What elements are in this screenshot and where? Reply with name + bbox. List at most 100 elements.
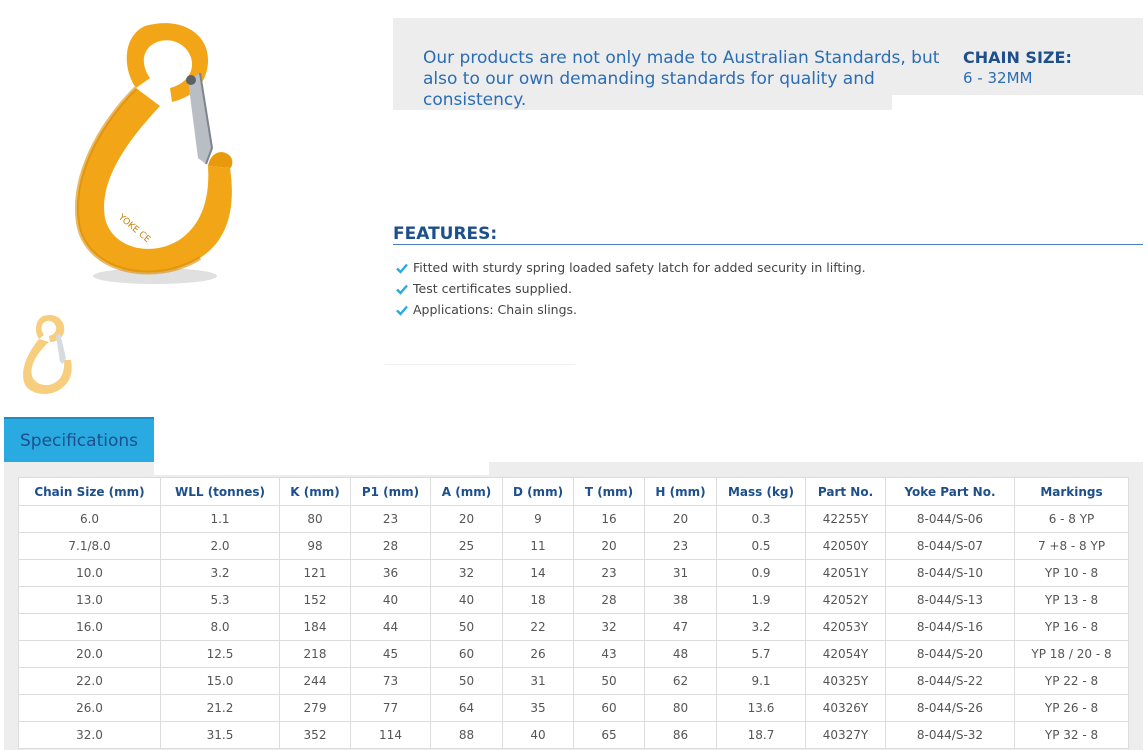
header-t: T (mm) (573, 477, 645, 506)
cell-d: 18 (502, 586, 574, 614)
cell-mass: 0.5 (716, 532, 806, 560)
table-body: 6.0 1.1 80 23 20 9 16 20 0.3 42255Y 8-044/S-06 6 - … (18, 505, 1129, 749)
chain-size-label: CHAIN SIZE: (963, 48, 1072, 67)
cell-h: 47 (644, 613, 717, 641)
table-row: 16.0 8.0 184 44 50 22 32 47 3.2 42053Y 8-044/S-16 Y… (18, 613, 1129, 641)
cell-part-no: 42054Y (805, 640, 886, 668)
header-chain-size: Chain Size (mm) (18, 477, 161, 506)
cell-k: 121 (279, 559, 351, 587)
cell-a: 88 (430, 721, 503, 749)
header-yoke-part-no: Yoke Part No. (885, 477, 1015, 506)
table-row: 13.0 5.3 152 40 40 18 28 38 1.9 42052Y 8-044/S-13 Y… (18, 586, 1129, 614)
cell-mass: 0.3 (716, 505, 806, 533)
cell-markings: 6 - 8 YP (1014, 505, 1129, 533)
cell-yoke-part-no: 8-044/S-06 (885, 505, 1015, 533)
cell-mass: 13.6 (716, 694, 806, 722)
cell-wll: 5.3 (160, 586, 280, 614)
cell-a: 20 (430, 505, 503, 533)
cell-p1: 28 (350, 532, 431, 560)
cell-markings: YP 16 - 8 (1014, 613, 1129, 641)
cell-chain-size: 13.0 (18, 586, 161, 614)
check-icon (396, 284, 408, 295)
header-h: H (mm) (644, 477, 717, 506)
chain-size-value: 6 - 32MM (963, 69, 1033, 87)
cell-d: 14 (502, 559, 574, 587)
cell-p1: 45 (350, 640, 431, 668)
cell-k: 218 (279, 640, 351, 668)
tab-specifications[interactable]: Specifications (4, 417, 154, 462)
cell-part-no: 42053Y (805, 613, 886, 641)
header-mass: Mass (kg) (716, 477, 806, 506)
table-row: 6.0 1.1 80 23 20 9 16 20 0.3 42255Y 8-044/S-06 6 - … (18, 505, 1129, 533)
header-k: K (mm) (279, 477, 351, 506)
cell-d: 40 (502, 721, 574, 749)
cell-t: 16 (573, 505, 645, 533)
feature-text: Applications: Chain slings. (413, 302, 578, 317)
cell-t: 20 (573, 532, 645, 560)
cell-k: 152 (279, 586, 351, 614)
cell-wll: 1.1 (160, 505, 280, 533)
cell-p1: 73 (350, 667, 431, 695)
header-wll: WLL (tonnes) (160, 477, 280, 506)
cell-mass: 5.7 (716, 640, 806, 668)
intro-text: Our products are not only made to Austra… (423, 48, 940, 110)
cell-part-no: 42051Y (805, 559, 886, 587)
cell-mass: 9.1 (716, 667, 806, 695)
cell-a: 64 (430, 694, 503, 722)
table-row: 32.0 31.5 352 114 88 40 65 86 18.7 40327Y 8-044/S-… (18, 721, 1129, 749)
table-row: 26.0 21.2 279 77 64 35 60 80 13.6 40326Y 8-044/S-2… (18, 694, 1129, 722)
cell-wll: 15.0 (160, 667, 280, 695)
cell-p1: 40 (350, 586, 431, 614)
header-a: A (mm) (430, 477, 503, 506)
cell-a: 32 (430, 559, 503, 587)
cell-markings: YP 13 - 8 (1014, 586, 1129, 614)
cell-h: 80 (644, 694, 717, 722)
cell-t: 60 (573, 694, 645, 722)
cell-yoke-part-no: 8-044/S-10 (885, 559, 1015, 587)
feature-item: Test certificates supplied. (396, 278, 866, 299)
cell-h: 23 (644, 532, 717, 560)
cell-chain-size: 26.0 (18, 694, 161, 722)
table-row: 22.0 15.0 244 73 50 31 50 62 9.1 40325Y 8-044/S-22… (18, 667, 1129, 695)
cell-t: 23 (573, 559, 645, 587)
features-heading: FEATURES: (393, 224, 498, 244)
header-markings: Markings (1014, 477, 1129, 506)
cell-chain-size: 6.0 (18, 505, 161, 533)
specifications-table: Chain Size (mm) WLL (tonnes) K (mm) P1 (… (18, 477, 1129, 749)
cell-t: 28 (573, 586, 645, 614)
cell-h: 31 (644, 559, 717, 587)
cell-d: 35 (502, 694, 574, 722)
hook-marking-text: YOKE CE (115, 212, 152, 245)
product-thumbnail[interactable] (18, 312, 78, 396)
cell-markings: YP 10 - 8 (1014, 559, 1129, 587)
feature-item: Applications: Chain slings. (396, 299, 866, 320)
cell-d: 31 (502, 667, 574, 695)
cell-chain-size: 22.0 (18, 667, 161, 695)
features-divider (393, 244, 1143, 245)
cell-p1: 23 (350, 505, 431, 533)
table-row: 7.1/8.0 2.0 98 28 25 11 20 23 0.5 42050Y 8-044/S-0… (18, 532, 1129, 560)
cell-wll: 31.5 (160, 721, 280, 749)
section-divider (385, 364, 575, 365)
cell-a: 50 (430, 613, 503, 641)
cell-markings: YP 22 - 8 (1014, 667, 1129, 695)
header-p1: P1 (mm) (350, 477, 431, 506)
cell-markings: 7 +8 - 8 YP (1014, 532, 1129, 560)
cell-k: 279 (279, 694, 351, 722)
cell-yoke-part-no: 8-044/S-26 (885, 694, 1015, 722)
cell-yoke-part-no: 8-044/S-22 (885, 667, 1015, 695)
cell-p1: 114 (350, 721, 431, 749)
cell-part-no: 40326Y (805, 694, 886, 722)
cell-part-no: 42052Y (805, 586, 886, 614)
cell-d: 22 (502, 613, 574, 641)
cell-part-no: 42050Y (805, 532, 886, 560)
cell-yoke-part-no: 8-044/S-07 (885, 532, 1015, 560)
cell-markings: YP 26 - 8 (1014, 694, 1129, 722)
cell-part-no: 42255Y (805, 505, 886, 533)
check-icon (396, 263, 408, 274)
cell-p1: 77 (350, 694, 431, 722)
cell-h: 86 (644, 721, 717, 749)
cell-p1: 36 (350, 559, 431, 587)
cell-chain-size: 7.1/8.0 (18, 532, 161, 560)
cell-mass: 0.9 (716, 559, 806, 587)
